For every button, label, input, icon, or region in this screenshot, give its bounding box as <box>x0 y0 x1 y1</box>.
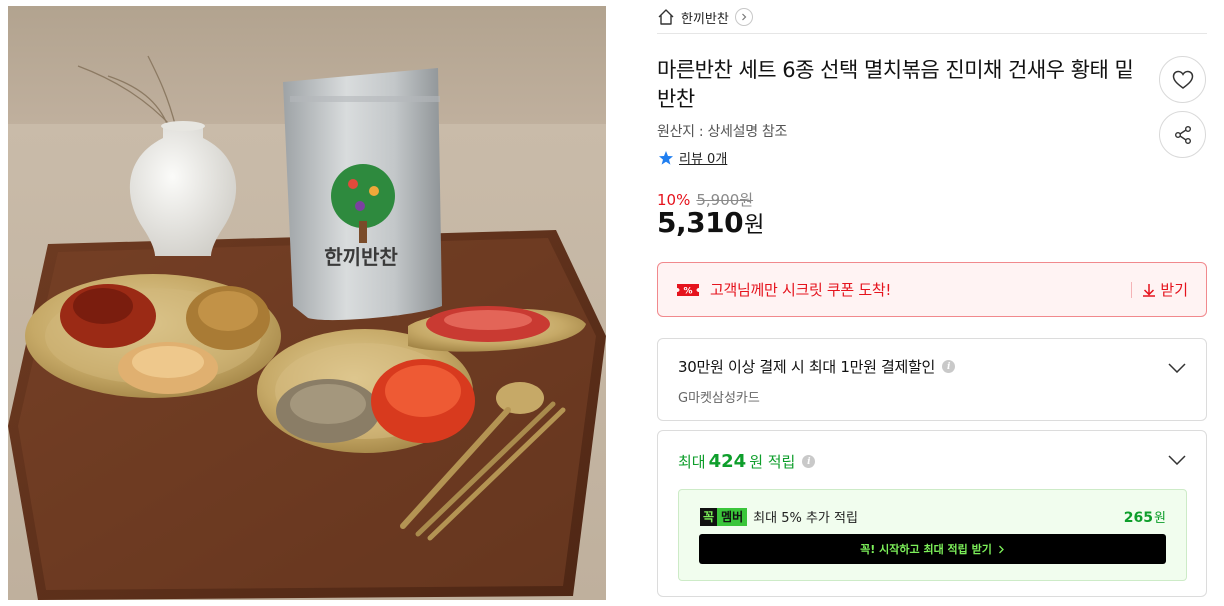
points-title: 최대 424 원 적립 i <box>678 451 816 472</box>
review-count[interactable]: 리뷰 0개 <box>679 148 727 167</box>
member-benefit-amount: 265원 <box>1124 507 1166 526</box>
download-icon <box>1143 283 1156 297</box>
wishlist-button[interactable] <box>1159 56 1206 103</box>
star-icon <box>659 150 673 165</box>
card-discount-subtitle: G마켓삼성카드 <box>678 391 760 406</box>
svg-text:%: % <box>683 286 692 296</box>
member-badge-member: 멤버 <box>717 507 748 526</box>
member-amount-value: 265 <box>1123 510 1154 526</box>
sale-price-unit: 원 <box>744 213 764 238</box>
product-info-panel: 한끼반찬 마른반찬 세트 6종 선택 멸치볶음 진미채 건새우 황태 밑반찬 원… <box>657 0 1207 606</box>
member-start-button[interactable]: 꼭! 시작하고 최대 적립 받기 <box>699 534 1166 564</box>
divider <box>1131 281 1133 298</box>
card-discount-panel[interactable]: 30만원 이상 결제 시 최대 1만원 결제할인 i G마켓삼성카드 <box>657 338 1207 421</box>
share-icon <box>1174 125 1191 144</box>
info-icon[interactable]: i <box>802 455 816 468</box>
divider <box>657 33 1207 34</box>
review-link[interactable]: 리뷰 0개 <box>658 148 727 167</box>
product-image: 한끼반찬 <box>8 6 606 600</box>
shop-name[interactable]: 한끼반찬 <box>681 8 729 27</box>
coupon-banner[interactable]: % 고객님께만 시크릿 쿠폰 도착! 받기 <box>657 262 1207 317</box>
sale-price-amount: 5,310 <box>657 206 744 239</box>
chevron-right-icon <box>998 545 1004 553</box>
member-start-label: 꼭! 시작하고 최대 적립 받기 <box>860 543 992 556</box>
chevron-right-icon[interactable] <box>734 8 753 26</box>
points-suffix: 원 적립 <box>749 453 796 471</box>
member-benefit-row: 꼭 멤버 최대 5% 추가 적립 <box>700 507 858 526</box>
points-prefix: 최대 <box>678 453 706 471</box>
member-amount-unit: 원 <box>1154 511 1166 526</box>
card-discount-title-row: 30만원 이상 결제 시 최대 1만원 결제할인 i <box>678 356 1186 377</box>
sale-price: 5,310원 <box>657 206 764 239</box>
coupon-text: 고객님께만 시크릿 쿠폰 도착! <box>710 281 892 299</box>
chevron-down-icon[interactable] <box>1168 363 1186 373</box>
member-benefit-box: 꼭 멤버 최대 5% 추가 적립 265원 꼭! 시작하고 최대 적립 받기 <box>678 489 1187 581</box>
coupon-receive-label: 받기 <box>1160 281 1188 299</box>
coupon-icon: % <box>677 283 699 296</box>
heart-icon <box>1172 70 1193 89</box>
card-discount-title: 30만원 이상 결제 시 최대 1만원 결제할인 <box>678 358 936 376</box>
share-button[interactable] <box>1159 111 1206 158</box>
member-badge-kkok: 꼭 <box>700 507 718 526</box>
chevron-down-icon[interactable] <box>1168 455 1186 465</box>
points-panel: 최대 424 원 적립 i 꼭 멤버 최대 5% 추가 적립 265원 꼭! 시작… <box>657 430 1207 597</box>
origin-info: 원산지 : 상세설명 참조 <box>657 124 788 140</box>
points-amount: 424 <box>708 451 747 472</box>
breadcrumb[interactable]: 한끼반찬 <box>657 6 753 28</box>
member-badge: 꼭 멤버 <box>700 507 748 526</box>
member-benefit-text: 최대 5% 추가 적립 <box>753 511 858 526</box>
info-icon[interactable]: i <box>942 360 956 373</box>
package-label: 한끼반찬 <box>324 245 398 269</box>
home-icon <box>657 8 675 26</box>
coupon-receive-button[interactable]: 받기 <box>1142 279 1188 300</box>
product-title: 마른반찬 세트 6종 선택 멸치볶음 진미채 건새우 황태 밑반찬 <box>657 58 1134 111</box>
